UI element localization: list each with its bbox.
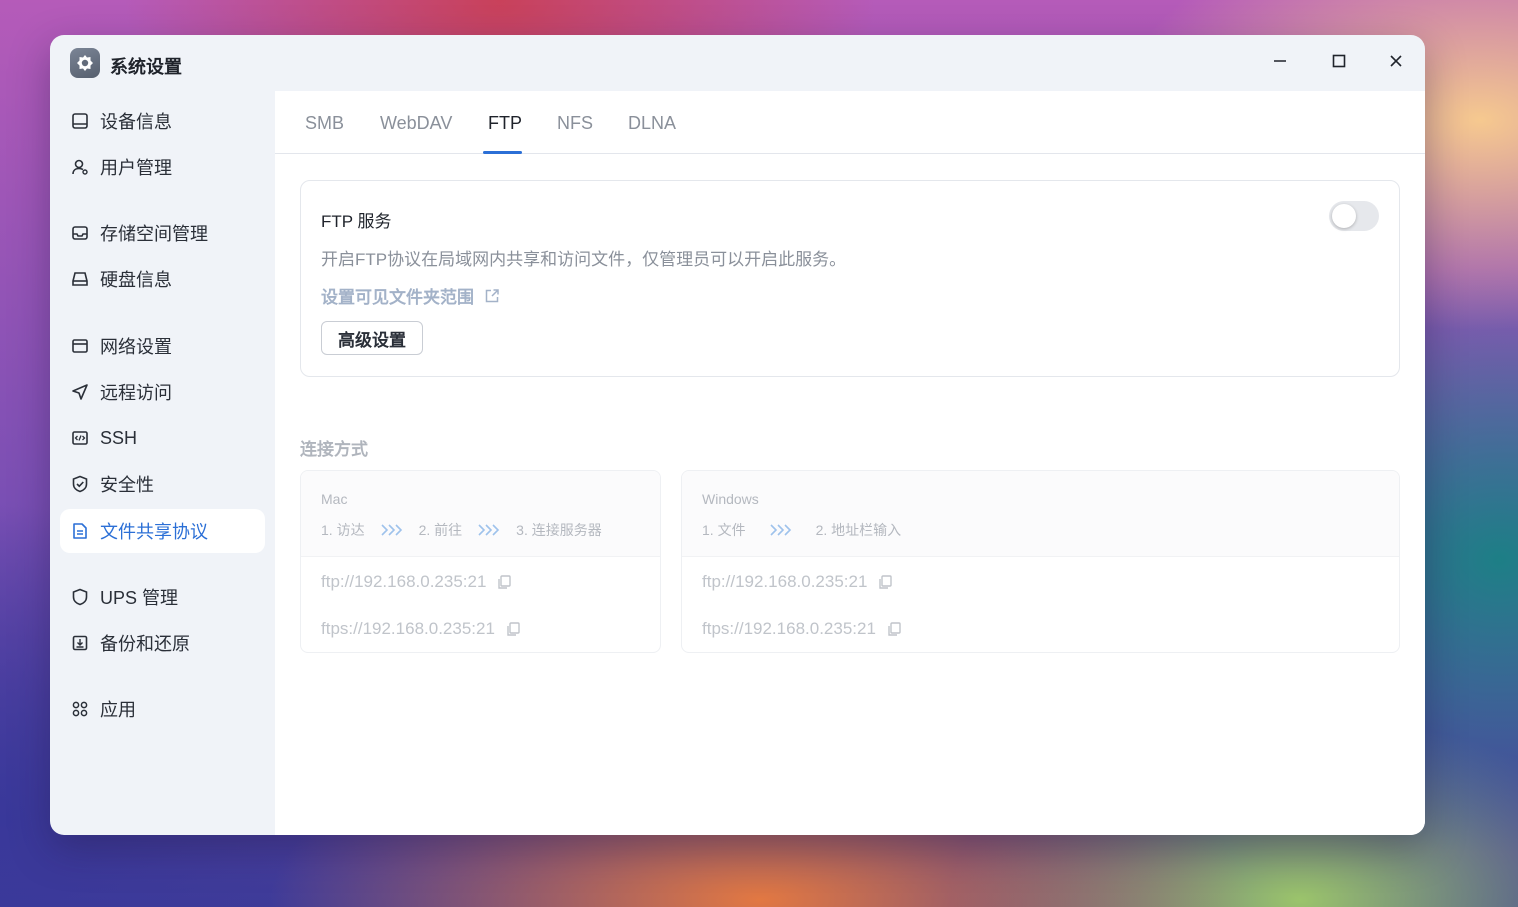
sidebar: 设备信息 用户管理 存储空间管理 硬盘信息 网络设置 远程访问 SSH 安全性 … xyxy=(50,91,275,835)
address-text: ftp://192.168.0.235:21 xyxy=(702,572,868,591)
visible-folders-link-label: 设置可见文件夹范围 xyxy=(321,288,474,307)
sidebar-item-disk-info[interactable]: 硬盘信息 xyxy=(60,257,265,301)
active-tab-indicator xyxy=(483,151,522,154)
shield-icon xyxy=(70,587,90,607)
address-text: ftp://192.168.0.235:21 xyxy=(321,572,487,591)
toggle-knob xyxy=(1332,204,1356,228)
tab-ftp[interactable]: FTP xyxy=(488,113,522,134)
address-text: ftps://192.168.0.235:21 xyxy=(702,619,876,638)
shield-check-icon xyxy=(70,474,90,494)
sidebar-item-user-management[interactable]: 用户管理 xyxy=(60,145,265,189)
gear-icon xyxy=(70,48,100,78)
device-icon xyxy=(70,111,90,131)
mac-steps: 1. 访达 2. 前往 3. 连接服务器 xyxy=(321,520,602,540)
copy-icon[interactable] xyxy=(496,574,512,590)
tab-webdav[interactable]: WebDAV xyxy=(380,113,452,134)
windows-label: Windows xyxy=(702,491,759,507)
document-icon xyxy=(70,521,90,541)
sidebar-item-label: 网络设置 xyxy=(100,337,172,357)
storage-icon xyxy=(70,223,90,243)
windows-ftp-address: ftp://192.168.0.235:21 xyxy=(702,572,893,592)
copy-icon[interactable] xyxy=(886,621,902,637)
maximize-icon xyxy=(1332,54,1346,73)
advanced-settings-button[interactable]: 高级设置 xyxy=(321,321,423,355)
protocol-tabs: SMB WebDAV FTP NFS DLNA xyxy=(275,91,1425,154)
sidebar-item-label: 安全性 xyxy=(100,475,154,495)
windows-connection-card: Windows 1. 文件 2. 地址栏输入 ftp://192.168.0.2… xyxy=(681,470,1400,653)
sidebar-item-file-sharing[interactable]: 文件共享协议 xyxy=(60,509,265,553)
ftp-service-toggle[interactable] xyxy=(1329,201,1379,231)
mac-connection-header: Mac 1. 访达 2. 前往 3. 连接服务器 xyxy=(301,471,660,557)
mac-step-3: 3. 连接服务器 xyxy=(516,522,602,538)
sidebar-item-label: 文件共享协议 xyxy=(100,522,208,542)
sidebar-item-ssh[interactable]: SSH xyxy=(60,416,265,460)
maximize-button[interactable] xyxy=(1324,49,1354,77)
tab-dlna[interactable]: DLNA xyxy=(628,113,676,134)
copy-icon[interactable] xyxy=(505,621,521,637)
code-icon xyxy=(70,428,90,448)
minimize-icon xyxy=(1273,54,1287,73)
settings-window: 系统设置 设备信息 用户管理 存储空间管理 硬盘信息 网络设置 远程访问 SSH… xyxy=(50,35,1425,835)
sidebar-item-ups[interactable]: UPS 管理 xyxy=(60,575,265,619)
sidebar-item-remote-access[interactable]: 远程访问 xyxy=(60,370,265,414)
sidebar-item-device-info[interactable]: 设备信息 xyxy=(60,99,265,143)
tab-smb[interactable]: SMB xyxy=(305,113,344,134)
minimize-button[interactable] xyxy=(1265,49,1295,77)
chevrons-right-icon xyxy=(478,524,500,536)
sidebar-item-label: 远程访问 xyxy=(100,383,172,403)
sidebar-item-label: 应用 xyxy=(100,700,136,720)
address-text: ftps://192.168.0.235:21 xyxy=(321,619,495,638)
sidebar-item-label: 设备信息 xyxy=(100,112,172,132)
sidebar-item-storage[interactable]: 存储空间管理 xyxy=(60,211,265,255)
title-bar: 系统设置 xyxy=(50,35,1425,91)
sidebar-item-label: 硬盘信息 xyxy=(100,270,172,290)
network-icon xyxy=(70,336,90,356)
main-panel: SMB WebDAV FTP NFS DLNA FTP 服务 开启FTP协议在局… xyxy=(275,91,1425,835)
sidebar-item-label: 备份和还原 xyxy=(100,634,190,654)
user-icon xyxy=(70,157,90,177)
sidebar-item-backup[interactable]: 备份和还原 xyxy=(60,621,265,665)
mac-step-1: 1. 访达 xyxy=(321,522,365,538)
sidebar-item-label: 存储空间管理 xyxy=(100,224,208,244)
mac-ftps-address: ftps://192.168.0.235:21 xyxy=(321,619,521,639)
mac-connection-card: Mac 1. 访达 2. 前往 3. 连接服务器 ftp://192.168.0… xyxy=(300,470,661,653)
ftp-service-title: FTP 服务 xyxy=(321,212,392,231)
sidebar-item-label: 用户管理 xyxy=(100,158,172,178)
connection-section-title: 连接方式 xyxy=(300,440,368,459)
visible-folders-link[interactable]: 设置可见文件夹范围 xyxy=(321,283,500,308)
send-icon xyxy=(70,382,90,402)
sidebar-item-apps[interactable]: 应用 xyxy=(60,687,265,731)
windows-step-2: 2. 地址栏输入 xyxy=(815,522,902,538)
mac-step-2: 2. 前往 xyxy=(418,522,463,538)
disk-icon xyxy=(70,269,90,289)
windows-step-1: 1. 文件 xyxy=(702,522,746,538)
chevrons-right-icon xyxy=(381,524,403,536)
sidebar-item-label: SSH xyxy=(100,427,138,448)
window-title: 系统设置 xyxy=(110,57,182,77)
close-icon xyxy=(1389,54,1403,73)
sidebar-item-label: UPS 管理 xyxy=(100,588,179,608)
mac-label: Mac xyxy=(321,491,348,507)
windows-ftps-address: ftps://192.168.0.235:21 xyxy=(702,619,902,639)
windows-steps: 1. 文件 2. 地址栏输入 xyxy=(702,520,901,540)
ftp-service-description: 开启FTP协议在局域网内共享和访问文件，仅管理员可以开启此服务。 xyxy=(321,250,847,269)
close-button[interactable] xyxy=(1381,49,1411,77)
mac-ftp-address: ftp://192.168.0.235:21 xyxy=(321,572,512,592)
tab-nfs[interactable]: NFS xyxy=(557,113,593,134)
windows-connection-header: Windows 1. 文件 2. 地址栏输入 xyxy=(682,471,1399,557)
sidebar-item-security[interactable]: 安全性 xyxy=(60,462,265,506)
backup-icon xyxy=(70,633,90,653)
external-link-icon xyxy=(484,288,500,304)
sidebar-item-network[interactable]: 网络设置 xyxy=(60,324,265,368)
copy-icon[interactable] xyxy=(877,574,893,590)
chevrons-right-icon xyxy=(770,524,792,536)
apps-grid-icon xyxy=(70,699,90,719)
ftp-service-card: FTP 服务 开启FTP协议在局域网内共享和访问文件，仅管理员可以开启此服务。 … xyxy=(300,180,1400,377)
